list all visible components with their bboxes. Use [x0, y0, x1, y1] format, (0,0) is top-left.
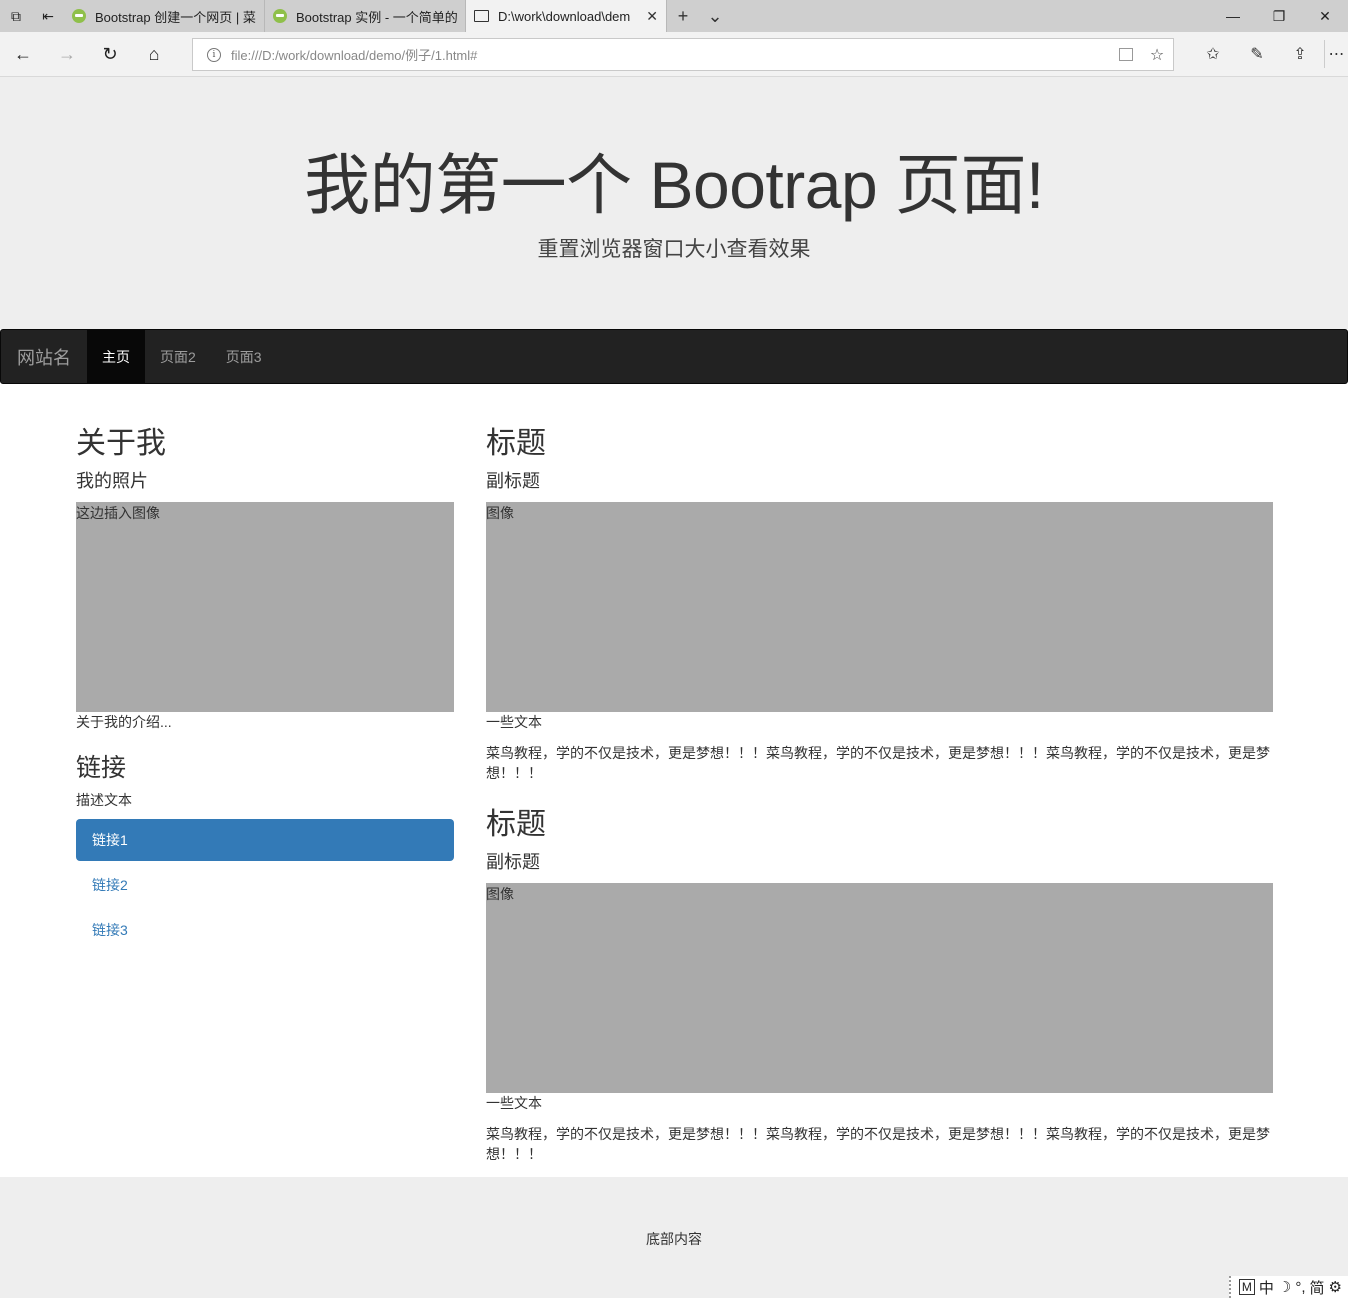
- jumbotron: 我的第一个 Bootrap 页面! 重置浏览器窗口大小查看效果: [0, 77, 1348, 329]
- article-caption: 一些文本: [486, 714, 542, 730]
- home-icon[interactable]: ⌂: [139, 40, 169, 68]
- refresh-icon[interactable]: ↻: [95, 40, 125, 68]
- article-image-label: 图像: [486, 505, 514, 521]
- links-description: 描述文本: [76, 792, 132, 808]
- minimize-icon[interactable]: —: [1210, 0, 1256, 32]
- favorite-star-icon[interactable]: ☆: [1141, 45, 1173, 65]
- article-title: 标题: [486, 808, 546, 841]
- photo-placeholder: 这边插入图像: [76, 502, 454, 712]
- favorites-list-icon[interactable]: ✩: [1197, 40, 1229, 68]
- article-2: 标题 副标题 图像 一些文本 菜鸟教程，学的不仅是技术，更是梦想！！！菜鸟教程，…: [486, 807, 1273, 1164]
- pill-link-1[interactable]: 链接1: [76, 819, 454, 861]
- article-body: 菜鸟教程，学的不仅是技术，更是梦想！！！菜鸟教程，学的不仅是技术，更是梦想！！！…: [486, 1126, 1270, 1162]
- page-subtitle: 重置浏览器窗口大小查看效果: [537, 238, 811, 261]
- chevron-down-icon[interactable]: ⌄: [699, 0, 731, 32]
- article-1: 标题 副标题 图像 一些文本 菜鸟教程，学的不仅是技术，更是梦想！！！菜鸟教程，…: [486, 426, 1273, 783]
- reading-view-icon[interactable]: [1119, 48, 1133, 61]
- back-arrow-icon[interactable]: ←: [8, 40, 38, 68]
- nav-link-home[interactable]: 主页: [87, 330, 145, 383]
- article-image: 图像: [486, 883, 1273, 1093]
- article-subtitle: 副标题: [486, 852, 540, 872]
- ime-punctuation-toggle[interactable]: °,: [1295, 1279, 1305, 1296]
- page-title: 我的第一个 Bootrap 页面!: [304, 148, 1044, 222]
- set-aside-tabs-icon[interactable]: ⇤: [32, 0, 64, 32]
- close-tab-icon[interactable]: ✕: [646, 8, 658, 25]
- tab-title: Bootstrap 实例 - 一个简单的: [296, 9, 457, 25]
- runoob-favicon-icon: [72, 9, 86, 23]
- tab-manager-icon[interactable]: ⧉: [0, 0, 32, 32]
- pill-link-2[interactable]: 链接2: [76, 864, 454, 906]
- nav-link-page3[interactable]: 页面3: [211, 330, 277, 383]
- article-image-label: 图像: [486, 886, 514, 902]
- tab-title: D:\work\download\dem: [498, 8, 631, 24]
- about-intro: 关于我的介绍...: [76, 714, 172, 730]
- tab-3-active[interactable]: D:\work\download\dem ✕: [466, 0, 667, 32]
- photo-heading: 我的照片: [76, 471, 148, 491]
- forward-arrow-icon[interactable]: →: [52, 40, 82, 68]
- settings-gear-icon[interactable]: ⚙: [1329, 1278, 1342, 1296]
- address-bar: ← → ↻ ⌂ i file:///D:/work/download/demo/…: [0, 32, 1348, 77]
- url-text: file:///D:/work/download/demo/例子/1.html#: [231, 48, 478, 63]
- share-icon[interactable]: ⇪: [1284, 40, 1316, 68]
- url-field[interactable]: i file:///D:/work/download/demo/例子/1.htm…: [192, 38, 1174, 71]
- links-heading: 链接: [76, 754, 127, 782]
- article-body: 菜鸟教程，学的不仅是技术，更是梦想！！！菜鸟教程，学的不仅是技术，更是梦想！！！…: [486, 745, 1270, 781]
- new-tab-button[interactable]: +: [667, 0, 699, 32]
- about-heading: 关于我: [76, 427, 166, 460]
- footer: 底部内容: [0, 1177, 1348, 1298]
- site-navbar: 网站名 主页 页面2 页面3: [0, 329, 1348, 384]
- more-icon[interactable]: ⋯: [1324, 40, 1348, 68]
- ime-mode-toggle[interactable]: M: [1238, 1279, 1255, 1295]
- tab-title: Bootstrap 创建一个网页 | 菜: [95, 9, 256, 25]
- ime-language-toggle[interactable]: 中: [1259, 1277, 1274, 1298]
- tab-2[interactable]: Bootstrap 实例 - 一个简单的: [265, 0, 466, 32]
- nav-link-page2[interactable]: 页面2: [145, 330, 211, 383]
- ime-script-toggle[interactable]: 简: [1310, 1277, 1325, 1298]
- pill-link-3[interactable]: 链接3: [76, 909, 454, 951]
- ime-toolbar: M 中 ☽ °, 简 ⚙: [1228, 1276, 1348, 1298]
- article-subtitle: 副标题: [486, 471, 540, 491]
- info-icon[interactable]: i: [207, 47, 221, 62]
- tab-1[interactable]: Bootstrap 创建一个网页 | 菜: [64, 0, 265, 32]
- tab-bar: ⧉ ⇤ Bootstrap 创建一个网页 | 菜 Bootstrap 实例 - …: [0, 0, 1348, 32]
- article-title: 标题: [486, 427, 546, 460]
- window-controls: — ❐ ✕: [1210, 0, 1348, 32]
- close-window-icon[interactable]: ✕: [1302, 0, 1348, 32]
- pen-note-icon[interactable]: ✎: [1241, 40, 1273, 68]
- footer-text: 底部内容: [646, 1231, 702, 1247]
- article-image: 图像: [486, 502, 1273, 712]
- navbar-brand[interactable]: 网站名: [1, 330, 87, 383]
- article-caption: 一些文本: [486, 1095, 542, 1111]
- moon-icon[interactable]: ☽: [1278, 1278, 1291, 1296]
- page-icon: [474, 10, 489, 22]
- runoob-favicon-icon: [273, 9, 287, 23]
- restore-icon[interactable]: ❐: [1256, 0, 1302, 32]
- photo-placeholder-label: 这边插入图像: [76, 505, 160, 521]
- link-pills: 链接1 链接2 链接3: [76, 819, 454, 954]
